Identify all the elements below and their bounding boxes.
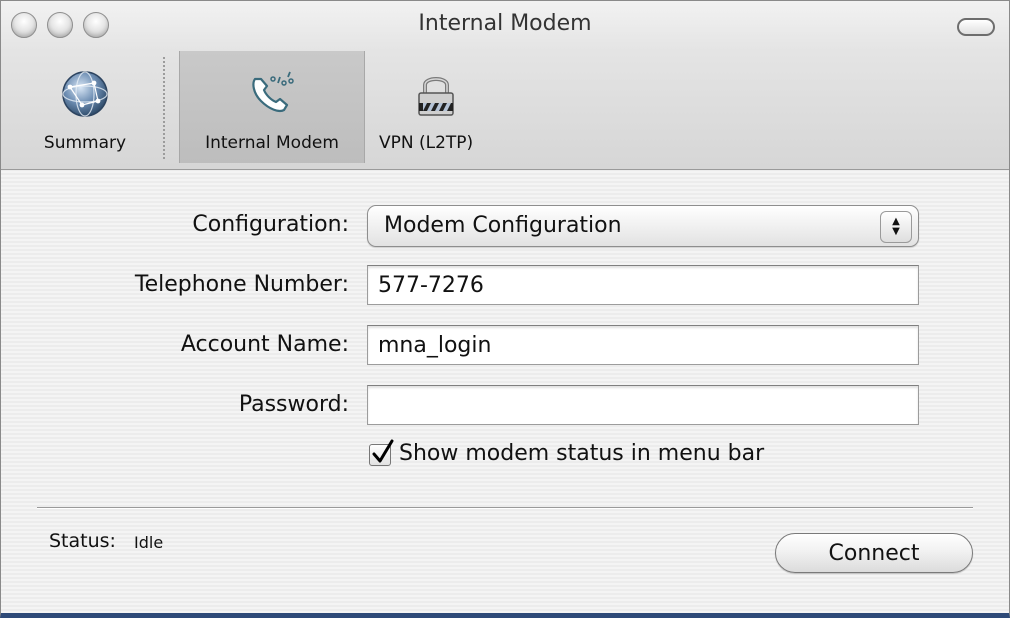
updown-arrows-icon: ▲ ▼: [880, 211, 912, 243]
configuration-label: Configuration:: [192, 212, 349, 237]
checkmark-icon: [372, 439, 394, 463]
divider: [37, 507, 973, 509]
toolbar-item-label: Internal Modem: [205, 133, 339, 153]
status-label: Status:: [49, 530, 116, 552]
modem-window: Internal Modem Summary Internal Modem VP…: [0, 0, 1010, 618]
account-name-label: Account Name:: [180, 332, 349, 357]
telephone-number-label: Telephone Number:: [134, 272, 349, 297]
show-status-checkbox[interactable]: [369, 439, 394, 466]
globe-network-icon: [60, 69, 110, 119]
toolbar-separator: [163, 57, 165, 159]
title-bar[interactable]: Internal Modem: [1, 1, 1009, 51]
toolbar-item-label: Summary: [43, 133, 127, 153]
toolbar-toggle-button[interactable]: [957, 18, 995, 36]
telephone-number-field[interactable]: [367, 265, 919, 305]
show-status-label[interactable]: Show modem status in menu bar: [399, 441, 764, 466]
window-title: Internal Modem: [418, 11, 592, 36]
padlock-icon: [411, 69, 461, 119]
toolbar-item-vpn[interactable]: VPN (L2TP): [371, 51, 491, 163]
toolbar-item-internal-modem[interactable]: Internal Modem: [179, 51, 365, 163]
toolbar-item-label: VPN (L2TP): [379, 133, 474, 153]
account-name-field[interactable]: [367, 325, 919, 365]
configuration-value: Modem Configuration: [384, 213, 622, 238]
password-label: Password:: [238, 392, 349, 417]
password-field[interactable]: [367, 385, 919, 425]
connect-button[interactable]: Connect: [775, 533, 973, 573]
configuration-select[interactable]: Modem Configuration ▲ ▼: [367, 205, 919, 247]
toolbar-item-summary[interactable]: Summary: [15, 51, 155, 163]
status-value: Idle: [134, 533, 164, 552]
telephone-modem-icon: [247, 69, 297, 119]
toolbar: Summary Internal Modem VPN (L2TP): [1, 51, 1009, 169]
window-chrome: Internal Modem Summary Internal Modem VP…: [1, 1, 1009, 170]
